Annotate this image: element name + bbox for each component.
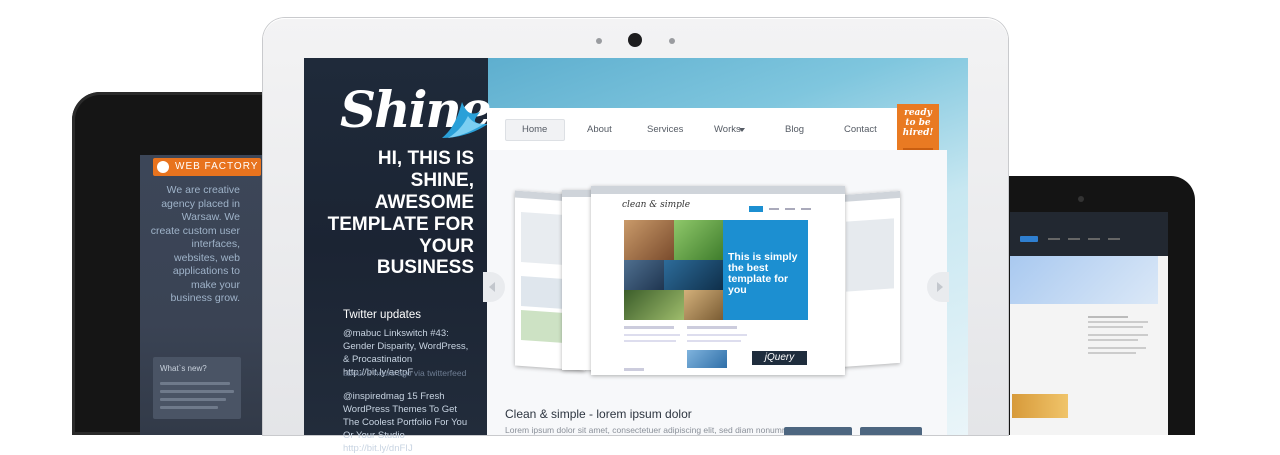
text-line (687, 334, 747, 336)
photo-tile (674, 220, 723, 260)
text-line (624, 334, 680, 336)
content-button[interactable] (784, 427, 852, 435)
text-line (624, 340, 676, 342)
news-line (1088, 321, 1148, 323)
mini-site-logo: clean & simple (622, 200, 691, 210)
slide-titlebar (591, 186, 845, 194)
hero-line: HI, THIS IS (377, 148, 474, 169)
active-nav-pill (1020, 236, 1038, 242)
sensor-dot-icon (596, 38, 602, 44)
tweet-text[interactable]: @inspiredmag 15 Fresh WordPress Themes T… (343, 390, 471, 455)
tweet-time: about 2 hours ago via twitterfeed (343, 368, 467, 378)
content-image (687, 350, 727, 368)
slide-image (846, 218, 894, 292)
nav-line (1068, 238, 1080, 240)
photo-tile (664, 260, 723, 290)
nav-line (1108, 238, 1120, 240)
nav-line (801, 208, 811, 210)
whats-new-title: What`s new? (160, 364, 207, 373)
camera-icon (1078, 196, 1084, 202)
hero-line: TEMPLATE FOR (327, 214, 474, 235)
news-line (160, 398, 226, 401)
news-line (160, 382, 230, 385)
active-nav-pill (749, 206, 763, 212)
web-factory-logo[interactable]: WEB FACTORY (153, 158, 261, 176)
content-lorem: Lorem ipsum dolor sit amet, consectetuer… (505, 425, 794, 435)
news-line (1088, 316, 1128, 318)
photo-tile (624, 220, 674, 260)
content-caption: Clean & simple - lorem ipsum dolor (505, 407, 692, 421)
sensor-dot-icon (669, 38, 675, 44)
news-line (160, 406, 218, 409)
nav-services[interactable]: Services (647, 124, 683, 135)
hero-line: BUSINESS (376, 257, 474, 278)
nav-line (785, 208, 795, 210)
photo-collage (624, 220, 723, 320)
photo-tile (624, 290, 684, 320)
news-column (1088, 308, 1158, 418)
bird-logo-icon (442, 102, 488, 138)
web-factory-logo-icon (157, 161, 169, 173)
photo-tile (684, 290, 723, 320)
text-line (624, 326, 674, 329)
nav-works[interactable]: Works (714, 124, 741, 135)
hero-line: YOUR (419, 236, 474, 257)
content-button[interactable] (860, 427, 922, 435)
nav-line (769, 208, 779, 210)
chevron-left-icon (489, 282, 495, 292)
slide-thumbnail-right[interactable] (840, 190, 900, 368)
web-factory-description: We are creative agency placed in Warsaw.… (150, 184, 240, 304)
text-line (687, 326, 737, 329)
text-line (687, 340, 741, 342)
twitter-title: Twitter updates (343, 309, 421, 321)
news-line (1088, 326, 1143, 328)
news-line (1088, 339, 1138, 341)
nav-home[interactable]: Home (522, 124, 547, 135)
nav-line (1048, 238, 1060, 240)
chevron-right-icon (937, 282, 943, 292)
photo-tile (624, 260, 664, 290)
news-line (1088, 352, 1136, 354)
text-line (624, 368, 644, 371)
nav-contact[interactable]: Contact (844, 124, 877, 135)
nav-blog[interactable]: Blog (785, 124, 804, 135)
nav-about[interactable]: About (587, 124, 612, 135)
hero-line: AWESOME (374, 192, 474, 213)
nav-line (1088, 238, 1100, 240)
chevron-down-icon (739, 128, 745, 132)
thumbnail-image (1012, 394, 1068, 418)
right-tablet-header (1010, 196, 1168, 256)
hire-badge-text: ready to be hired! (902, 108, 934, 138)
jquery-badge: jQuery (752, 351, 807, 365)
news-line (160, 390, 234, 393)
hero-line: SHINE, (410, 170, 474, 191)
right-tablet-banner (1010, 256, 1158, 304)
mini-hero-headline: This is simply the best template for you (728, 251, 798, 296)
news-line (1088, 347, 1146, 349)
news-line (1088, 334, 1148, 336)
camera-icon (628, 33, 642, 47)
